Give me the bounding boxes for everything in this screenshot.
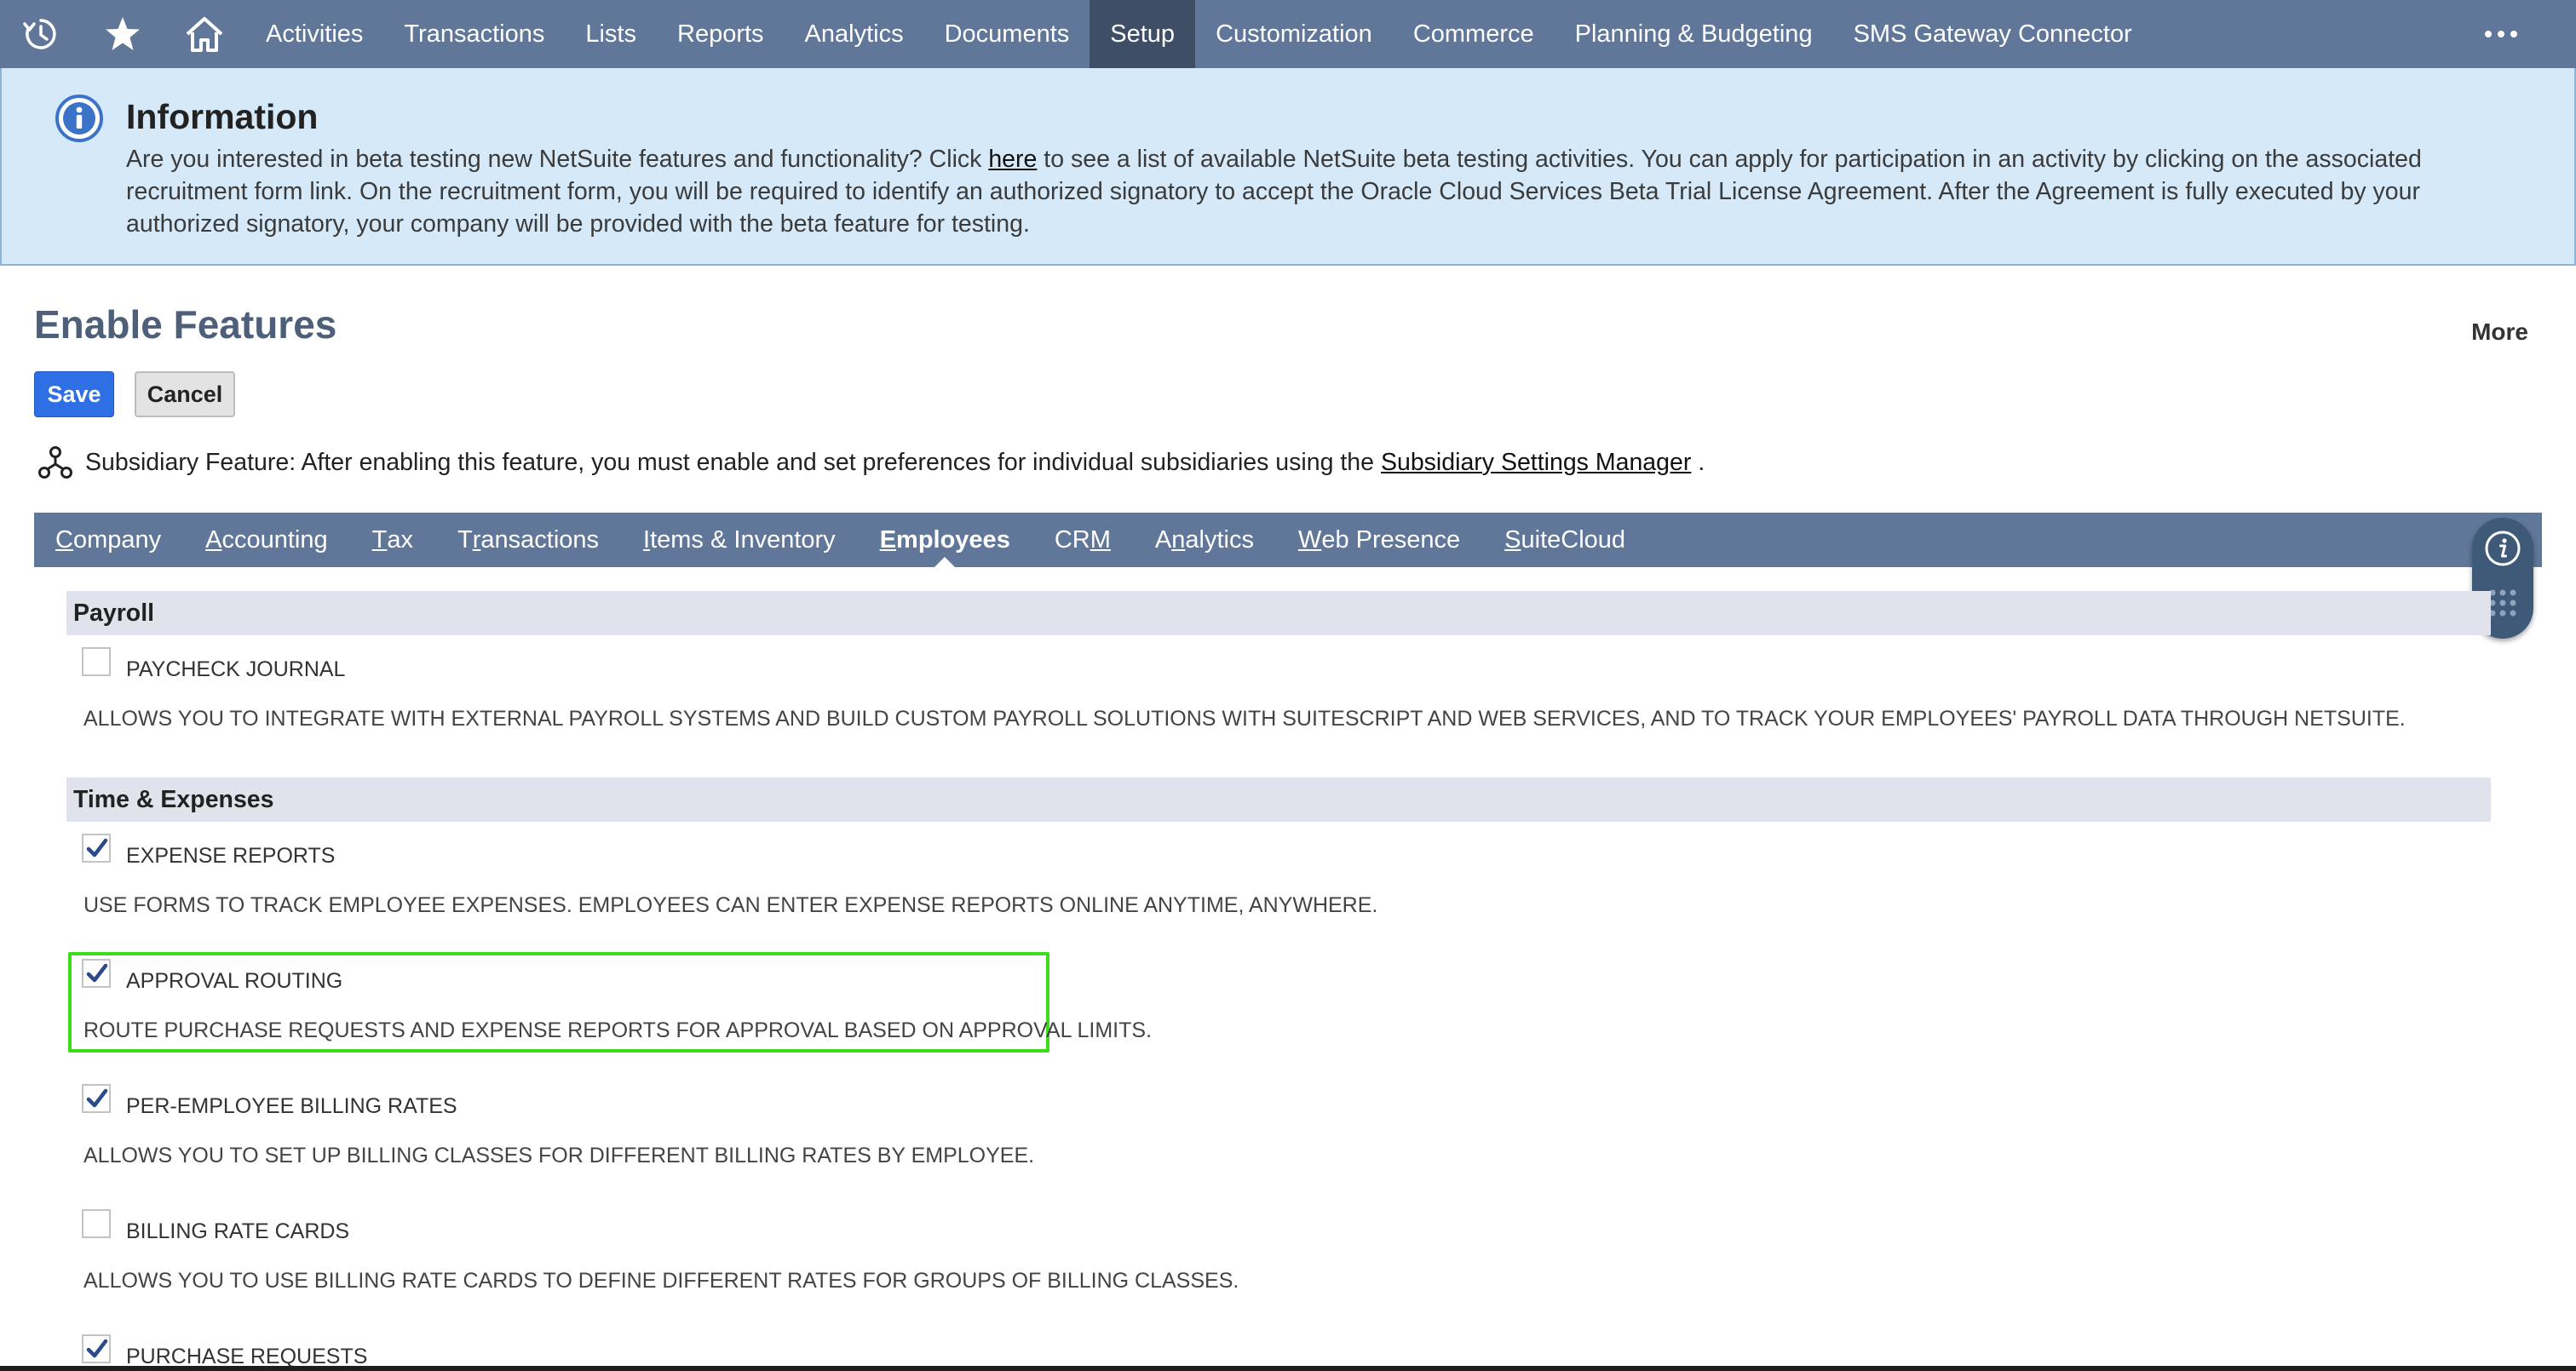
tab-label-part: eb Presence — [1321, 525, 1461, 554]
banner-text-start: Are you interested in beta testing new N… — [126, 146, 989, 173]
nav-setup[interactable]: Setup — [1090, 0, 1196, 68]
cancel-button[interactable]: Cancel — [135, 371, 235, 417]
checkmark-icon — [86, 838, 108, 858]
tab-label-part: mployees — [896, 525, 1010, 554]
nav-planning-budgeting[interactable]: Planning & Budgeting — [1555, 0, 1833, 68]
tab-items-inventory[interactable]: Items & Inventory — [621, 513, 858, 567]
home-icon[interactable] — [164, 0, 245, 68]
banner-message: Are you interested in beta testing new N… — [126, 143, 2537, 240]
ellipsis-icon[interactable] — [2484, 0, 2518, 68]
tab-label-part: ompany — [72, 525, 162, 554]
top-navigation-bar: Activities Transactions Lists Reports An… — [0, 0, 2576, 68]
recent-records-icon[interactable] — [0, 0, 82, 68]
subsidiary-hierarchy-icon — [37, 445, 73, 479]
tab-accounting[interactable]: Accounting — [183, 513, 350, 567]
feature-description: ALLOWS YOU TO SET UP BILLING CLASSES FOR… — [83, 1144, 1035, 1167]
tab-tax[interactable]: Tax — [350, 513, 435, 567]
approval-routing-checkbox[interactable] — [82, 959, 111, 988]
nav-sms-gateway-connector[interactable]: SMS Gateway Connector — [1833, 0, 2153, 68]
tab-transactions[interactable]: Tr ansactions — [435, 513, 621, 567]
tab-label-part: ax — [387, 525, 413, 554]
subsidiary-feature-note: Subsidiary Feature: After enabling this … — [37, 443, 1705, 482]
tab-label-part: CR — [1054, 525, 1090, 554]
page-title: Enable Features — [34, 302, 337, 347]
nav-lists[interactable]: Lists — [565, 0, 657, 68]
paycheck-journal-checkbox[interactable] — [82, 647, 111, 676]
feature-label: PAYCHECK JOURNAL — [126, 657, 346, 681]
feature-description: ROUTE PURCHASE REQUESTS AND EXPENSE REPO… — [83, 1018, 1153, 1042]
feature-description: ALLOWS YOU TO USE BILLING RATE CARDS TO … — [83, 1269, 1239, 1293]
subsidiary-settings-manager-link[interactable]: Subsidiary Settings Manager — [1381, 449, 1691, 477]
feature-label: APPROVAL ROUTING — [126, 969, 343, 993]
banner-title: Information — [126, 97, 319, 136]
nav-documents[interactable]: Documents — [924, 0, 1090, 68]
nav-commerce[interactable]: Commerce — [1393, 0, 1555, 68]
tab-label-part: E — [879, 525, 897, 554]
purchase-requests-checkbox[interactable] — [82, 1334, 111, 1363]
information-banner: Information Are you interested in beta t… — [0, 68, 2576, 266]
nav-customization[interactable]: Customization — [1195, 0, 1393, 68]
more-menu-button[interactable]: More — [2471, 318, 2528, 346]
feature-description: ALLOWS YOU TO INTEGRATE WITH EXTERNAL PA… — [83, 707, 2406, 731]
nav-transactions[interactable]: Transactions — [383, 0, 565, 68]
tab-suitecloud[interactable]: SuiteCloud — [1482, 513, 1647, 567]
tab-web-presence[interactable]: Web Presence — [1276, 513, 1482, 567]
tab-label-part: S — [1504, 525, 1521, 554]
checkmark-icon — [86, 1088, 108, 1108]
feature-tabs: Company Accounting Tax Tr ansactions Items & … — [34, 513, 2542, 567]
tab-label-part: T — [457, 525, 473, 554]
tab-label-part: W — [1297, 525, 1322, 554]
tab-label-part: n — [1171, 525, 1186, 554]
nav-reports[interactable]: Reports — [657, 0, 785, 68]
feature-description: USE FORMS TO TRACK EMPLOYEE EXPENSES. EM… — [83, 893, 1378, 917]
checkmark-icon — [86, 963, 108, 983]
tab-company[interactable]: Company — [34, 513, 183, 567]
section-header-time-expenses: Time & Expenses — [66, 777, 2491, 822]
save-button[interactable]: Save — [34, 371, 114, 417]
tab-label-part: uiteCloud — [1521, 525, 1626, 554]
tab-label-part: A — [205, 525, 222, 554]
tab-label-part: M — [1090, 525, 1111, 554]
tab-label-part: T — [371, 525, 388, 554]
window-bottom-edge — [0, 1366, 2576, 1371]
tab-label-part: ccounting — [221, 525, 328, 554]
tab-label-part: C — [55, 525, 73, 554]
expense-reports-checkbox[interactable] — [82, 834, 111, 863]
checkmark-icon — [86, 1339, 108, 1358]
info-icon — [55, 94, 104, 143]
tab-crm[interactable]: CR M — [1032, 513, 1133, 567]
tab-label-part: A — [1154, 525, 1172, 554]
billing-rate-cards-checkbox[interactable] — [82, 1209, 111, 1238]
tab-employees[interactable]: Employees — [858, 513, 1032, 567]
tab-analytics[interactable]: An alytics — [1133, 513, 1276, 567]
subsidiary-note-period: . — [1698, 448, 1705, 476]
nav-activities[interactable]: Activities — [245, 0, 383, 68]
tab-label-part: I — [643, 525, 651, 554]
feature-label: BILLING RATE CARDS — [126, 1219, 350, 1243]
tab-label-part: alytics — [1185, 525, 1254, 554]
section-header-payroll: Payroll — [66, 591, 2491, 635]
beta-activities-link[interactable]: here — [988, 146, 1037, 173]
help-info-icon[interactable] — [2484, 530, 2521, 567]
drag-handle-icon[interactable] — [2487, 588, 2518, 618]
per-employee-billing-rates-checkbox[interactable] — [82, 1084, 111, 1113]
tab-label-part: r — [472, 525, 481, 554]
feature-label: PER-EMPLOYEE BILLING RATES — [126, 1094, 457, 1118]
tab-label-part: ansactions — [480, 525, 600, 554]
tab-label-part: tems & Inventory — [650, 525, 836, 554]
subsidiary-note-text: Subsidiary Feature: After enabling this … — [85, 448, 1374, 476]
star-icon[interactable] — [82, 0, 164, 68]
feature-label: EXPENSE REPORTS — [126, 844, 336, 868]
nav-analytics[interactable]: Analytics — [785, 0, 924, 68]
